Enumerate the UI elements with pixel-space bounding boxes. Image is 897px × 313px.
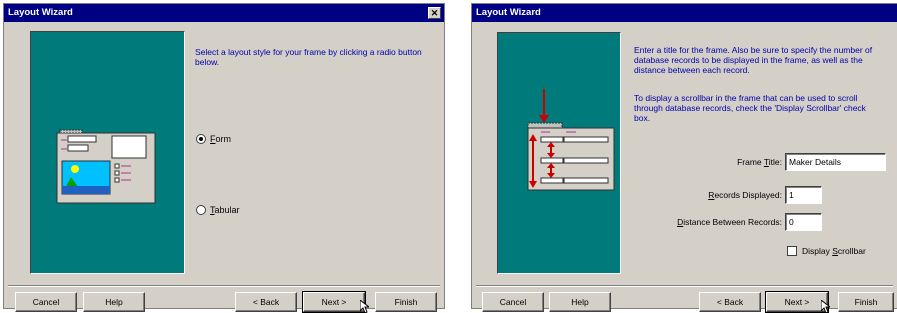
instruction-text-1: Enter a title for the frame. Also be sur… [634,45,873,75]
radio-tabular[interactable]: Tabular [196,205,240,215]
layout-preview-panel [30,31,185,274]
radio-button-selected[interactable] [196,134,206,144]
next-button[interactable]: Next > [765,291,829,313]
title-bar: Layout Wizard [472,4,897,22]
records-displayed-input[interactable]: 1 [785,186,822,204]
title-bar: Layout Wizard ✕ [4,4,444,22]
display-scrollbar-label: Display Scrollbar [802,246,866,256]
cancel-button[interactable]: Cancel [482,292,544,312]
finish-button[interactable]: Finish [838,292,894,312]
mouse-pointer-icon [360,300,369,313]
radio-form-label: Form [210,134,231,144]
layout-wizard-window-1: Layout Wizard ✕ Select a layout style fo… [3,3,445,313]
window-title: Layout Wizard [476,7,541,18]
display-scrollbar-checkbox[interactable] [787,246,797,256]
close-icon: ✕ [430,8,439,18]
radio-button[interactable] [196,205,206,215]
button-separator [8,285,440,287]
frame-title-input[interactable]: Maker Details [785,153,886,171]
button-separator [476,285,893,287]
display-scrollbar-checkbox-row[interactable]: Display Scrollbar [787,246,866,256]
radio-form[interactable]: Form [196,134,231,144]
frame-title-label: Frame Title: [737,157,782,167]
records-displayed-label: Records Displayed: [708,190,782,200]
layout-preview-panel [497,32,621,274]
instruction-text-2: To display a scrollbar in the frame that… [634,93,866,123]
frame-records-preview-image [527,89,615,191]
cancel-button[interactable]: Cancel [15,292,77,312]
distance-between-records-input[interactable]: 0 [785,213,822,231]
finish-button[interactable]: Finish [375,292,437,312]
radio-tabular-label: Tabular [210,205,240,215]
window-title: Layout Wizard [8,7,73,18]
next-button[interactable]: Next > [302,291,366,313]
instruction-text: Select a layout style for your frame by … [195,47,422,67]
help-button[interactable]: Help [549,292,611,312]
back-button[interactable]: < Back [235,292,297,312]
mouse-pointer-icon [821,300,830,313]
form-layout-preview-image [56,129,156,204]
help-button[interactable]: Help [83,292,145,312]
back-button[interactable]: < Back [699,292,761,312]
close-button[interactable]: ✕ [428,7,441,19]
layout-wizard-window-2: Layout Wizard Enter a title for the fram… [471,3,897,313]
distance-between-records-label: Distance Between Records: [677,217,782,227]
